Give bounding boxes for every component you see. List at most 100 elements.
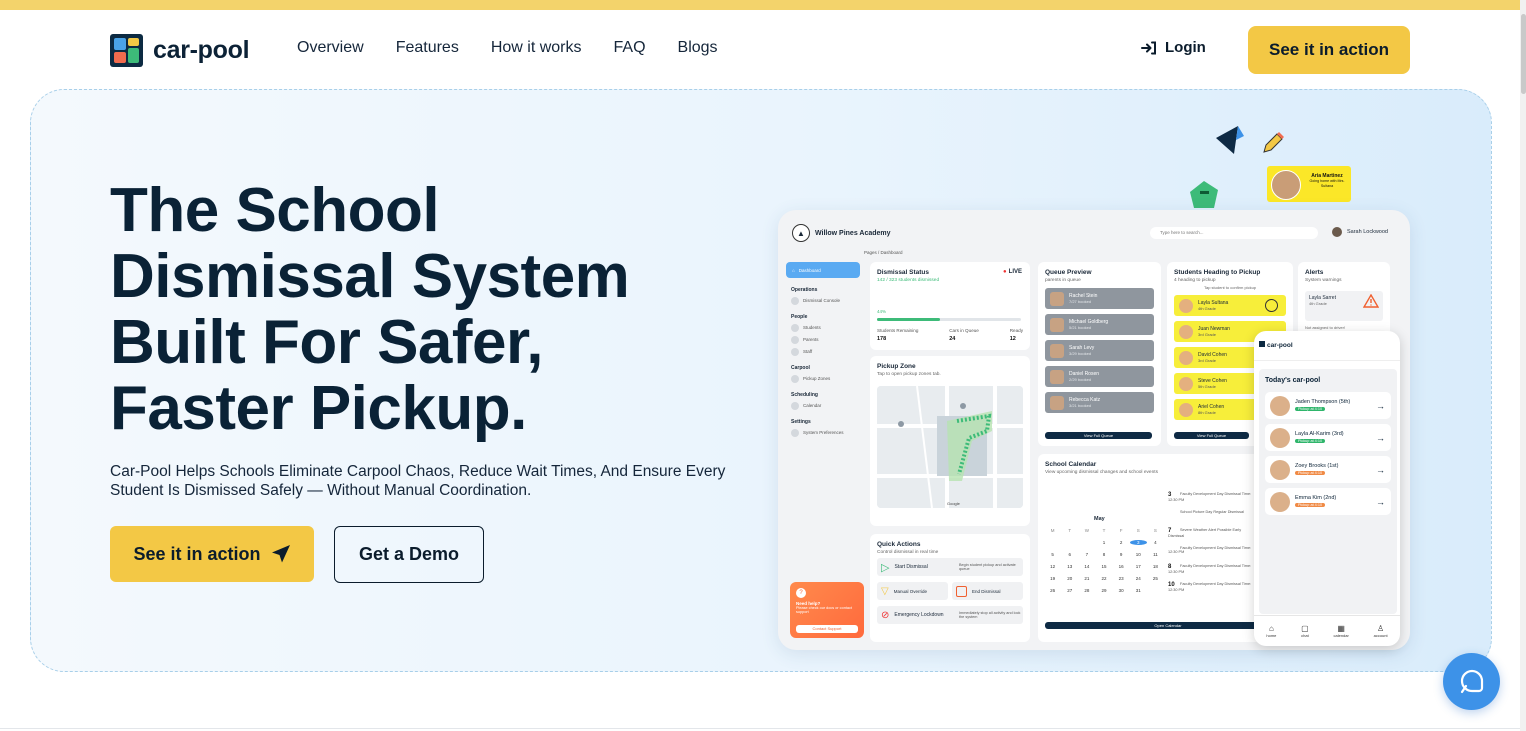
mock-sidebar-active-label: Dashboard <box>798 267 821 273</box>
mock-qa-row: ⊘ Emergency Lockdown Immediately stop all … <box>877 606 1023 624</box>
play-icon: ▷ <box>881 561 890 574</box>
mock-sidebar-item-label: Dismissal Console <box>803 298 841 303</box>
get-a-demo-button[interactable]: Get a Demo <box>334 526 484 583</box>
mock-queue-sub: 7/27 booked <box>1069 299 1092 304</box>
mock-queue-photo <box>1050 317 1064 332</box>
phone-tab-label: account <box>1373 633 1388 638</box>
mock-stat-value: 178 <box>877 336 887 342</box>
mock-cal-event-text: Faculty Development Day Dismissal Time: … <box>1168 546 1252 554</box>
mock-qa-label: Emergency Lockdown <box>894 612 944 618</box>
hero-headline: The School Dismissal System Built For Sa… <box>110 176 630 443</box>
arrow-right-icon: → <box>1376 400 1385 411</box>
student-badge: Aria Martinez Going home with Mrs. Sulta… <box>1267 166 1351 202</box>
arrow-right-icon: → <box>1376 464 1385 475</box>
sidebar-dot-icon <box>791 347 799 356</box>
mock-qa-title: Quick Actions <box>877 541 921 548</box>
help-icon: ? <box>796 588 806 598</box>
nav-how-it-works[interactable]: How it works <box>491 39 582 57</box>
mock-heading-row: Layla Sultana 4th Grade <box>1174 295 1286 316</box>
mock-cal-event: 10 Faculty Development Day Dismissal Time… <box>1168 582 1258 592</box>
mock-user: Sarah Lockwood <box>1332 227 1388 237</box>
decor-pencil-icon <box>1263 132 1284 153</box>
map-roads-icon <box>877 386 1023 508</box>
home-icon: ⌂ <box>792 267 795 273</box>
mock-queue-row: Sarah Levy 3/29 booked <box>1045 340 1154 361</box>
hero-subtext: Car-Pool Helps Schools Eliminate Carpool… <box>110 463 726 499</box>
mock-sidebar-item-label: Pickup Zones <box>803 376 831 381</box>
mock-cal-day: 3 <box>1129 540 1147 545</box>
mock-heading-grade: 4th Grade <box>1198 306 1216 311</box>
mock-calendar-subtitle: View upcoming dismissal changes and scho… <box>1045 470 1158 475</box>
logo-icon <box>110 33 143 67</box>
mock-dismissal-percent: 44% <box>877 309 887 314</box>
brand-logo[interactable]: car-pool <box>110 33 250 67</box>
nav-see-it-in-action-button[interactable]: See it in action <box>1248 26 1410 74</box>
mock-cal-day: 9 <box>1119 552 1123 557</box>
mock-school-name: Willow Pines Academy <box>815 229 891 237</box>
mock-heading-grade: 3rd Grade <box>1198 358 1217 363</box>
mock-user-name: Sarah Lockwood <box>1347 229 1388 235</box>
mock-qa-label: Manual Override <box>893 588 927 594</box>
mock-dismissal-title: Dismissal Status <box>877 269 930 276</box>
mock-cal-day: 15 <box>1101 564 1107 569</box>
page-scrollbar[interactable] <box>1520 0 1526 731</box>
override-icon: ▽ <box>881 585 889 597</box>
mock-cal-weekday: M <box>1050 528 1055 533</box>
mock-sidebar-item-label: Parents <box>803 337 819 342</box>
mock-queue-row: Daniel Rosen 2/29 booked <box>1045 366 1154 387</box>
sidebar-dot-icon <box>791 323 799 332</box>
mock-sidebar-item-label: System Preferences <box>803 430 844 435</box>
mock-alert-note: Not assigned to driver! <box>1305 325 1346 330</box>
phone-kid-row: Jaden Thompson (5th) Pickup at 4:10 → <box>1265 392 1391 419</box>
nav-overview[interactable]: Overview <box>297 39 364 57</box>
chat-support-button[interactable] <box>1443 653 1500 710</box>
mock-sidebar-section: Settings <box>791 419 811 425</box>
nav-faq[interactable]: FAQ <box>614 39 646 57</box>
nav-features[interactable]: Features <box>396 39 459 57</box>
mock-cal-event: Faculty Development Day Dismissal Time: … <box>1168 546 1258 554</box>
mock-heading-photo <box>1179 350 1193 365</box>
mock-queue-row: Rebecca Katz 3/21 booked <box>1045 392 1154 413</box>
mock-heading-subtitle: 4 heading to pickup <box>1174 278 1216 283</box>
mock-heading-photo <box>1179 402 1193 417</box>
mock-cal-weekday: T <box>1068 528 1072 533</box>
mock-cal-day <box>1147 588 1164 593</box>
mock-search-input: Type here to search... <box>1150 227 1318 239</box>
mock-cal-weekday: S <box>1153 528 1157 533</box>
mock-queue-sub: 5/21 booked <box>1069 325 1092 330</box>
mock-breadcrumb: Pages / Dashboard <box>864 250 903 255</box>
mock-calendar-grid: M T W T F S S 1 2 3 4 5 6 7 8 9 10 11 12 13 14 15 16 17 18 19 20 21… <box>1044 528 1164 593</box>
phone-kid-row: Layla Al-Karim (3rd) Pickup at 4:10 → <box>1265 424 1391 451</box>
phone-kid-photo <box>1270 491 1290 512</box>
mock-sidebar-item-label: Calendar <box>803 403 822 408</box>
mock-alerts-card: Alerts System warnings Layla Sarret 4th … <box>1298 262 1390 338</box>
sidebar-dot-icon <box>791 335 799 344</box>
mock-cal-event-text: Faculty Development Day Dismissal Time: … <box>1168 582 1252 592</box>
mock-view-queue-button: View Full Queue <box>1045 432 1152 439</box>
mock-cal-day: 20 <box>1067 576 1073 581</box>
login-link[interactable]: Login <box>1141 39 1206 56</box>
page-scrollbar-thumb[interactable] <box>1521 14 1526 94</box>
mock-heading-photo <box>1179 376 1193 391</box>
phone-tab-home: ⌂ home <box>1266 624 1276 638</box>
phone-tab-calendar: ▦ calendar <box>1333 624 1348 638</box>
nav-blogs[interactable]: Blogs <box>678 39 718 57</box>
mock-topbar: ▲ Willow Pines Academy Type here to sear… <box>778 210 1410 254</box>
mock-cal-day: 5 <box>1051 552 1054 557</box>
mock-cal-day: 13 <box>1067 564 1073 569</box>
mock-queue-card: Queue Preview parents in queue Rachel St… <box>1038 262 1161 446</box>
mock-dismissal-card: Dismissal Status LIVE 142 / 323 students… <box>870 262 1030 350</box>
phone-brand: car-pool <box>1267 342 1293 349</box>
mock-heading-title: Students Heading to Pickup <box>1174 269 1261 276</box>
mock-cal-day: 16 <box>1118 564 1124 569</box>
school-seal-icon: ▲ <box>792 224 810 242</box>
sidebar-dot-icon <box>791 296 799 305</box>
mock-stat-value: 12 <box>1009 336 1016 342</box>
see-it-in-action-button[interactable]: See it in action <box>110 526 314 582</box>
mock-dismissal-stats: Students Remaining 178 Cars in Queue 24 Re… <box>877 328 1023 342</box>
phone-header: car-pool <box>1254 331 1400 361</box>
warning-icon <box>1363 294 1379 308</box>
mock-cal-day: 31 <box>1135 588 1141 593</box>
mock-qa-row: End Dismissal <box>952 582 1023 600</box>
mock-heading-grade: 8th Grade <box>1198 410 1216 415</box>
